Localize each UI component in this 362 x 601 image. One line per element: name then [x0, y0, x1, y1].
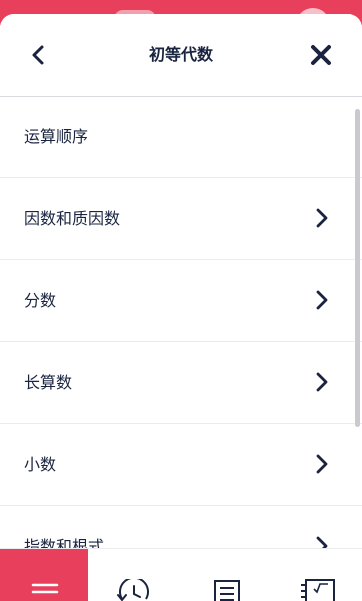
list-item[interactable]: 运算顺序	[0, 96, 362, 178]
chevron-right-icon	[316, 290, 328, 310]
list-item-label: 因数和质因数	[24, 209, 121, 228]
close-button[interactable]	[304, 38, 338, 72]
list-document-icon	[214, 580, 240, 601]
root-notepad-icon	[301, 579, 335, 601]
tab-list[interactable]	[187, 549, 267, 601]
chevron-right-icon	[316, 372, 328, 392]
list-item-label: 小数	[24, 455, 57, 474]
chevron-right-icon	[316, 208, 328, 228]
list-item-label: 运算顺序	[24, 127, 89, 146]
list-item[interactable]: 长算数	[0, 342, 362, 424]
list-item-label: 分数	[24, 291, 57, 310]
back-button[interactable]	[22, 38, 56, 72]
history-clock-icon	[117, 579, 149, 601]
scrollbar[interactable]	[355, 109, 360, 427]
page-title: 初等代数	[148, 45, 213, 64]
list-item[interactable]: 分数	[0, 260, 362, 342]
list-item[interactable]: 小数	[0, 424, 362, 506]
tab-solver[interactable]	[278, 549, 358, 601]
list-item-label: 长算数	[24, 373, 73, 392]
topic-menu-sheet: 初等代数 运算顺序 因数和质因数 分数 长算数 小数 指数和根式	[0, 14, 362, 600]
sheet-header: 初等代数	[0, 14, 362, 97]
tab-history[interactable]	[96, 549, 176, 601]
topic-list: 运算顺序 因数和质因数 分数 长算数 小数 指数和根式	[0, 96, 362, 588]
close-x-icon	[311, 45, 331, 65]
chevron-left-icon	[32, 45, 44, 65]
chevron-right-icon	[316, 454, 328, 474]
tab-menu[interactable]	[0, 549, 88, 601]
bottom-tab-bar	[0, 548, 362, 601]
list-item[interactable]: 因数和质因数	[0, 178, 362, 260]
menu-icon	[31, 583, 59, 594]
